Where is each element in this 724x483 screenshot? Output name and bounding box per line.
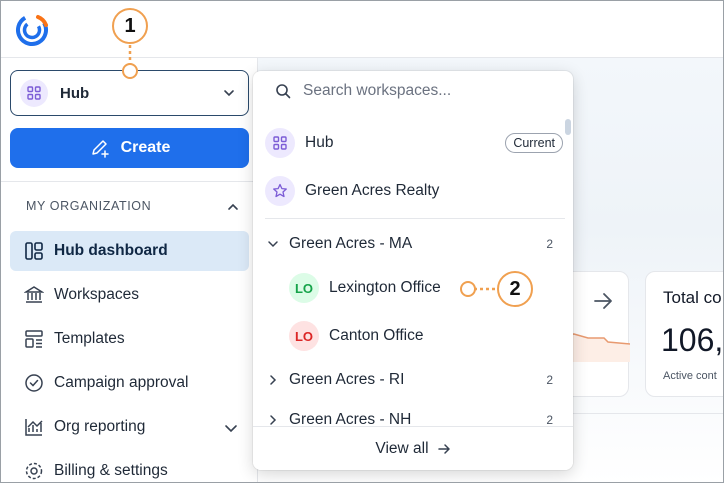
sidebar-item-billing-settings[interactable]: Billing & settings xyxy=(10,451,249,482)
scrollbar[interactable] xyxy=(565,119,571,135)
sidebar-item-label: Campaign approval xyxy=(54,374,189,391)
search-input[interactable]: Search workspaces... xyxy=(253,71,573,111)
card-value: 106,9 xyxy=(661,322,724,358)
templates-icon xyxy=(24,329,44,349)
avatar: LO xyxy=(289,273,319,303)
workspace-dropdown: Search workspaces... Hub Current Green A… xyxy=(253,71,573,470)
chevron-down-icon[interactable] xyxy=(223,420,239,436)
sidebar-item-workspaces[interactable]: Workspaces xyxy=(10,275,249,315)
group-green-acres-ma[interactable]: Green Acres - MA 2 xyxy=(253,224,563,264)
current-badge: Current xyxy=(505,133,563,153)
sidebar-divider xyxy=(1,181,257,182)
create-button[interactable]: Create xyxy=(10,128,249,168)
chevron-right-icon xyxy=(267,414,279,426)
avatar: LO xyxy=(289,321,319,351)
callout-connector-1 xyxy=(128,45,132,65)
group-label: Green Acres - RI xyxy=(289,371,405,388)
sidebar-item-label: Hub dashboard xyxy=(54,242,168,259)
gear-icon xyxy=(24,461,44,481)
section-label: MY ORGANIZATION xyxy=(26,199,152,213)
chevron-down-icon xyxy=(224,90,234,97)
group-green-acres-ri[interactable]: Green Acres - RI 2 xyxy=(253,360,563,400)
sidebar-item-templates[interactable]: Templates xyxy=(10,319,249,359)
sidebar-item-label: Org reporting xyxy=(54,418,146,435)
group-label: Green Acres - MA xyxy=(289,235,413,252)
office-label: Canton Office xyxy=(329,327,424,344)
callout-marker-1: 1 xyxy=(112,8,148,44)
workspace-selector-label: Hub xyxy=(60,84,90,102)
arrow-right-icon[interactable] xyxy=(592,290,614,312)
dropdown-divider xyxy=(265,218,565,219)
callout-connector-2 xyxy=(474,287,498,291)
group-count: 2 xyxy=(546,237,553,251)
callout-marker-2: 2 xyxy=(497,271,533,307)
workspace-item-label: Hub xyxy=(305,134,334,151)
sidebar: Hub Create MY ORGANIZATION Hub dashboard… xyxy=(1,58,258,482)
grid-icon xyxy=(20,79,48,107)
chevron-right-icon xyxy=(267,374,279,386)
app-window: Total co 106,9 Active cont Hub Create MY… xyxy=(0,0,724,483)
arrow-right-icon xyxy=(437,443,450,454)
callout-dot-1 xyxy=(122,63,138,79)
pen-plus-icon xyxy=(91,140,109,158)
view-all-label: View all xyxy=(375,439,429,457)
check-circle-icon xyxy=(24,373,44,393)
sidebar-item-label: Templates xyxy=(54,330,125,347)
create-button-label: Create xyxy=(120,139,171,156)
bar-chart-icon xyxy=(24,417,44,437)
group-count: 2 xyxy=(546,413,553,427)
bank-icon xyxy=(24,285,44,305)
search-placeholder: Search workspaces... xyxy=(303,82,452,99)
office-item-canton[interactable]: LO Canton Office xyxy=(253,313,563,359)
sidebar-item-hub-dashboard[interactable]: Hub dashboard xyxy=(10,231,249,271)
office-label: Lexington Office xyxy=(329,279,441,296)
workspace-item-hub[interactable]: Hub Current xyxy=(253,120,563,166)
workspace-item-green-acres-realty[interactable]: Green Acres Realty xyxy=(253,168,563,214)
sidebar-item-campaign-approval[interactable]: Campaign approval xyxy=(10,363,249,403)
grid-icon xyxy=(265,128,295,158)
stats-card-total-contacts[interactable]: Total co 106,9 Active cont xyxy=(645,271,724,397)
sidebar-item-label: Billing & settings xyxy=(54,462,168,479)
card-subtitle: Active cont xyxy=(663,370,717,382)
sidebar-item-label: Workspaces xyxy=(54,286,139,303)
star-icon xyxy=(265,176,295,206)
chevron-up-icon[interactable] xyxy=(226,200,240,214)
callout-dot-2 xyxy=(460,281,476,297)
constant-contact-logo xyxy=(16,14,48,46)
chevron-down-icon xyxy=(267,238,279,250)
search-icon xyxy=(276,84,291,99)
workspace-item-label: Green Acres Realty xyxy=(305,182,440,199)
dashboard-icon xyxy=(24,241,44,261)
card-title: Total co xyxy=(663,288,722,307)
sidebar-item-org-reporting[interactable]: Org reporting xyxy=(10,407,249,447)
top-bar xyxy=(1,1,723,58)
group-count: 2 xyxy=(546,373,553,387)
view-all-button[interactable]: View all xyxy=(253,426,573,470)
